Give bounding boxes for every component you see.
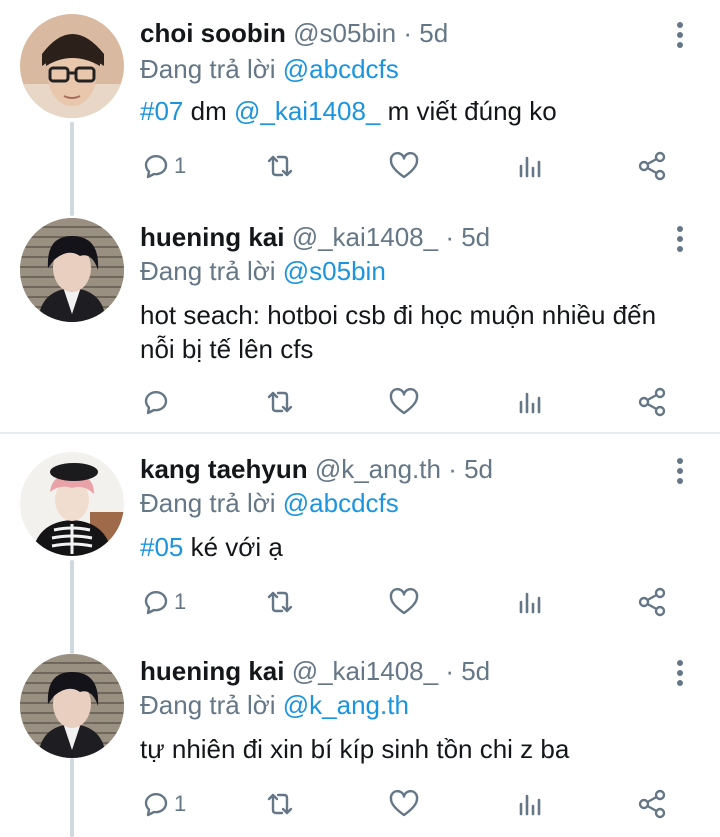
reply-icon [144,590,168,615]
reply-button[interactable] [140,384,174,420]
reply-mention-link[interactable]: @s05bin [283,256,386,286]
reply-mention-link[interactable]: @abcdcfs [283,488,399,518]
tweet-text-part: dm [183,96,234,126]
share-icon [638,151,666,181]
retweet-button[interactable] [264,384,296,420]
reply-prefix: Đang trả lời [140,690,283,720]
display-name[interactable]: choi soobin [140,18,286,48]
tweet-text: #07 dm @_kai1408_ m viết đúng ko [140,94,680,128]
replying-to: Đang trả lời @abcdcfs [140,486,399,520]
reply-count: 1 [174,589,187,614]
display-name[interactable]: huening kai [140,656,284,686]
handle-time: @_kai1408_ · 5d [291,222,491,252]
more-options-icon[interactable] [670,658,690,688]
tweet-text: hot seach: hotboi csb đi học muộn nhiều … [140,300,657,364]
like-button[interactable] [388,148,420,184]
like-button[interactable] [388,786,420,822]
share-icon [638,789,666,819]
replying-to: Đang trả lời @k_ang.th [140,688,409,722]
like-icon [389,587,419,615]
reply-prefix: Đang trả lời [140,488,283,518]
more-options-icon[interactable] [670,224,690,254]
reply-count: 1 [174,153,187,178]
share-button[interactable] [636,584,668,620]
reply-mention-link[interactable]: @k_ang.th [283,690,409,720]
avatar[interactable] [20,218,124,322]
reply-prefix: Đang trả lời [140,54,283,84]
display-name[interactable]: huening kai [140,222,284,252]
tweet[interactable]: kang taehyun @k_ang.th · 5d Đang trả lời… [0,434,720,654]
hashtag-link[interactable]: #05 [140,532,183,562]
like-button[interactable] [388,584,420,620]
like-button[interactable] [388,384,420,420]
tweet-text: #05 ké với ạ [140,530,680,564]
tweet-header: choi soobin @s05bin · 5d [140,16,660,50]
display-name[interactable]: kang taehyun [140,454,308,484]
analytics-button[interactable] [514,148,546,184]
avatar[interactable] [20,14,124,118]
tweet-header: huening kai @_kai1408_ · 5d [140,654,660,688]
reply-icon [144,154,168,179]
reply-button[interactable]: 1 [140,584,186,620]
share-icon [638,387,666,417]
share-icon [638,587,666,617]
more-options-icon[interactable] [670,20,690,50]
stats-icon [519,794,541,816]
action-bar [140,384,680,420]
handle-time: @_kai1408_ · 5d [291,656,491,686]
tweet-text-part: m viết đúng ko [380,96,557,126]
reply-button[interactable]: 1 [140,786,186,822]
replying-to: Đang trả lời @s05bin [140,254,386,288]
like-icon [389,387,419,415]
retweet-icon [267,793,293,815]
stats-icon [519,392,541,414]
tweet-header: kang taehyun @k_ang.th · 5d [140,452,660,486]
action-bar: 1 [140,148,680,184]
tweet[interactable]: huening kai @_kai1408_ · 5d Đang trả lời… [0,216,720,432]
retweet-button[interactable] [264,148,296,184]
avatar[interactable] [20,654,124,758]
reply-count: 1 [174,791,187,816]
analytics-button[interactable] [514,384,546,420]
share-button[interactable] [636,786,668,822]
more-options-icon[interactable] [670,456,690,486]
tweet[interactable]: huening kai @_kai1408_ · 5d Đang trả lời… [0,654,720,837]
tweet[interactable]: choi soobin @s05bin · 5d Đang trả lời @a… [0,0,720,216]
tweet-text: tự nhiên đi xin bí kíp sinh tồn chi z ba [140,734,570,764]
like-icon [389,151,419,179]
handle-time: @k_ang.th · 5d [314,454,493,484]
retweet-icon [267,591,293,613]
stats-icon [519,592,541,614]
like-icon [389,789,419,817]
retweet-icon [267,391,293,413]
analytics-button[interactable] [514,786,546,822]
share-button[interactable] [636,384,668,420]
replying-to: Đang trả lời @abcdcfs [140,52,399,86]
retweet-button[interactable] [264,584,296,620]
reply-mention-link[interactable]: @abcdcfs [283,54,399,84]
share-button[interactable] [636,148,668,184]
handle-time: @s05bin · 5d [293,18,449,48]
mention-link[interactable]: @_kai1408_ [234,96,380,126]
reply-icon [144,390,168,415]
reply-prefix: Đang trả lời [140,256,283,286]
reply-icon [144,792,168,817]
action-bar: 1 [140,786,680,822]
avatar[interactable] [20,452,124,556]
reply-button[interactable]: 1 [140,148,186,184]
tweet-header: huening kai @_kai1408_ · 5d [140,220,660,254]
tweet-text-part: ké với ạ [183,532,283,562]
hashtag-link[interactable]: #07 [140,96,183,126]
action-bar: 1 [140,584,680,620]
retweet-icon [267,155,293,177]
retweet-button[interactable] [264,786,296,822]
analytics-button[interactable] [514,584,546,620]
stats-icon [519,156,541,178]
